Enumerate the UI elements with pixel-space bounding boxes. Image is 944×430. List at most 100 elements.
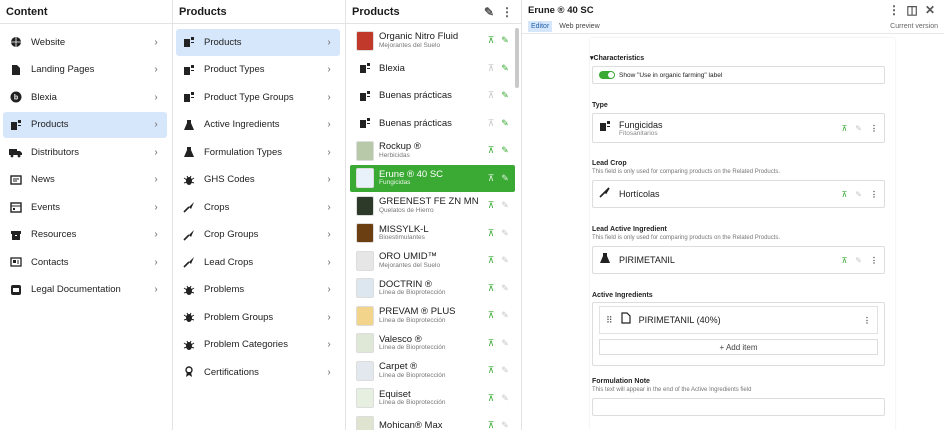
edit-status-icon[interactable]: ✎ <box>501 228 509 239</box>
product-list-item[interactable]: Blexia ⊼ ✎ <box>350 55 515 83</box>
product-list-item[interactable]: GREENEST FE ZN MN Quelatos de Hierro ⊼ ✎ <box>350 192 515 220</box>
product-list-item[interactable]: Valesco ® Línea de Bioprotección ⊼ ✎ <box>350 330 515 358</box>
edit-status-icon[interactable]: ✎ <box>501 145 509 156</box>
publish-status-icon[interactable]: ⊼ <box>487 393 495 404</box>
content-nav-item-legal-documentation[interactable]: Legal Documentation › <box>3 277 167 304</box>
type-reference-field[interactable]: Fungicidas Fitosanitarios ⊼ ✎ ⋮ <box>592 113 885 143</box>
organic-farming-toggle-field[interactable]: Show "Use in organic farming" label <box>592 66 885 84</box>
product-list-item[interactable]: DOCTRIN ® Línea de Bioprotección ⊼ ✎ <box>350 275 515 303</box>
product-list-item[interactable]: ORO UMID™ Mejorantes del Suelo ⊼ ✎ <box>350 247 515 275</box>
split-pane-icon[interactable]: ◫ <box>904 2 920 18</box>
content-nav-item-resources[interactable]: Resources › <box>3 222 167 249</box>
product-list-item[interactable]: Buenas prácticas ⊼ ✎ <box>350 82 515 110</box>
products-nav-item-problem-groups[interactable]: Problem Groups › <box>176 304 340 331</box>
product-list-item[interactable]: PREVAM ® PLUS Línea de Bioprotección ⊼ ✎ <box>350 302 515 330</box>
lead-active-ingredient-field[interactable]: PIRIMETANIL ⊼ ✎ ⋮ <box>592 246 885 274</box>
products-nav-item-product-types[interactable]: Product Types › <box>176 57 340 84</box>
products-nav-item-formulation-types[interactable]: Formulation Types › <box>176 139 340 166</box>
edit-status-icon[interactable]: ✎ <box>501 173 509 184</box>
publish-status-icon[interactable]: ⊼ <box>487 310 495 321</box>
publish-status-icon[interactable]: ⊼ <box>487 145 495 156</box>
product-thumbnail <box>356 30 374 51</box>
content-nav-item-events[interactable]: Events › <box>3 194 167 221</box>
more-menu-icon[interactable]: ⋮ <box>886 2 902 18</box>
products-nav-item-label: Product Types <box>204 64 265 76</box>
more-menu-icon[interactable]: ⋮ <box>870 190 878 199</box>
publish-icon[interactable]: ⊼ <box>841 124 847 133</box>
content-nav-item-distributors[interactable]: Distributors › <box>3 139 167 166</box>
products-nav-item-products[interactable]: Products › <box>176 29 340 56</box>
product-list-scrollbar[interactable] <box>515 28 519 88</box>
close-icon[interactable]: ✕ <box>922 2 938 18</box>
product-list-item[interactable]: Buenas prácticas ⊼ ✎ <box>350 110 515 138</box>
publish-status-icon[interactable]: ⊼ <box>487 338 495 349</box>
current-version-label[interactable]: Current version <box>890 23 938 30</box>
content-nav-item-blexia[interactable]: b Blexia › <box>3 84 167 111</box>
edit-icon[interactable]: ✎ <box>855 256 862 265</box>
publish-status-icon[interactable]: ⊼ <box>487 365 495 376</box>
publish-status-icon[interactable]: ⊼ <box>487 255 495 266</box>
formulation-note-input[interactable] <box>592 398 885 416</box>
edit-status-icon[interactable]: ✎ <box>501 255 509 266</box>
content-nav-item-news[interactable]: News › <box>3 167 167 194</box>
edit-status-icon[interactable]: ✎ <box>501 393 509 404</box>
publish-icon[interactable]: ⊼ <box>841 190 847 199</box>
edit-status-icon[interactable]: ✎ <box>501 420 509 430</box>
product-list-item[interactable]: Carpet ® Línea de Bioprotección ⊼ ✎ <box>350 357 515 385</box>
products-nav-item-product-type-groups[interactable]: Product Type Groups › <box>176 84 340 111</box>
product-list-item[interactable]: Equiset Línea de Bioprotección ⊼ ✎ <box>350 385 515 413</box>
edit-status-icon[interactable]: ✎ <box>501 338 509 349</box>
publish-status-icon[interactable]: ⊼ <box>487 228 495 239</box>
more-menu-icon[interactable]: ⋮ <box>499 4 515 20</box>
content-nav-item-landing-pages[interactable]: Landing Pages › <box>3 57 167 84</box>
product-list-item[interactable]: Rockup ® Herbicidas ⊼ ✎ <box>350 137 515 165</box>
edit-status-icon[interactable]: ✎ <box>501 90 509 101</box>
content-nav-item-products[interactable]: Products › <box>3 111 167 138</box>
characteristics-section[interactable]: ▾Characteristics <box>590 54 644 62</box>
more-menu-icon[interactable]: ⋮ <box>863 316 871 325</box>
drag-handle-icon[interactable]: ⠿ <box>606 315 613 326</box>
product-list-item[interactable]: Organic Nitro Fluid Mejorantes del Suelo ⊼… <box>350 27 515 55</box>
product-list-item[interactable]: MISSYLK-L Bioestimulantes ⊼ ✎ <box>350 220 515 248</box>
product-list-item[interactable]: Erune ® 40 SC Fungicidas ⊼ ✎ <box>350 164 515 192</box>
more-menu-icon[interactable]: ⋮ <box>870 256 878 265</box>
products-nav-item-active-ingredients[interactable]: Active Ingredients › <box>176 112 340 139</box>
products-nav-item-certifications[interactable]: Certifications › <box>176 359 340 386</box>
add-item-button[interactable]: + Add item <box>599 339 878 355</box>
publish-status-icon[interactable]: ⊼ <box>487 200 495 211</box>
tab-editor[interactable]: Editor <box>528 21 553 32</box>
publish-status-icon[interactable]: ⊼ <box>487 90 495 101</box>
edit-status-icon[interactable]: ✎ <box>501 35 509 46</box>
publish-status-icon[interactable]: ⊼ <box>487 63 495 74</box>
edit-status-icon[interactable]: ✎ <box>501 63 509 74</box>
products-nav-item-crop-groups[interactable]: Crop Groups › <box>176 222 340 249</box>
publish-status-icon[interactable]: ⊼ <box>487 173 495 184</box>
product-list-item[interactable]: Mohican® Max ⊼ ✎ <box>350 412 515 430</box>
edit-status-icon[interactable]: ✎ <box>501 200 509 211</box>
publish-status-icon[interactable]: ⊼ <box>487 35 495 46</box>
edit-icon[interactable]: ✎ <box>855 190 862 199</box>
publish-status-icon[interactable]: ⊼ <box>487 118 495 129</box>
edit-status-icon[interactable]: ✎ <box>501 365 509 376</box>
toggle-switch[interactable] <box>599 71 615 79</box>
products-nav-item-problems[interactable]: Problems › <box>176 277 340 304</box>
lead-crop-field[interactable]: Hortícolas ⊼ ✎ ⋮ <box>592 180 885 208</box>
edit-status-icon[interactable]: ✎ <box>501 310 509 321</box>
content-nav-item-contacts[interactable]: Contacts › <box>3 249 167 276</box>
edit-status-icon[interactable]: ✎ <box>501 283 509 294</box>
content-nav-item-website[interactable]: Website › <box>3 29 167 56</box>
publish-status-icon[interactable]: ⊼ <box>487 283 495 294</box>
products-nav-item-ghs-codes[interactable]: GHS Codes › <box>176 167 340 194</box>
edit-status-icon[interactable]: ✎ <box>501 118 509 129</box>
products-nav-item-problem-categories[interactable]: Problem Categories › <box>176 332 340 359</box>
products-structure-header: Products <box>173 0 345 24</box>
active-ingredient-item[interactable]: ⠿ PIRIMETANIL (40%) ⋮ <box>599 306 878 334</box>
products-nav-item-crops[interactable]: Crops › <box>176 194 340 221</box>
publish-icon[interactable]: ⊼ <box>841 256 847 265</box>
more-menu-icon[interactable]: ⋮ <box>870 124 878 133</box>
publish-status-icon[interactable]: ⊼ <box>487 420 495 430</box>
tab-web-preview[interactable]: Web preview <box>556 21 602 32</box>
compose-icon[interactable]: ✎ <box>481 4 497 20</box>
edit-icon[interactable]: ✎ <box>855 124 862 133</box>
products-nav-item-lead-crops[interactable]: Lead Crops › <box>176 249 340 276</box>
